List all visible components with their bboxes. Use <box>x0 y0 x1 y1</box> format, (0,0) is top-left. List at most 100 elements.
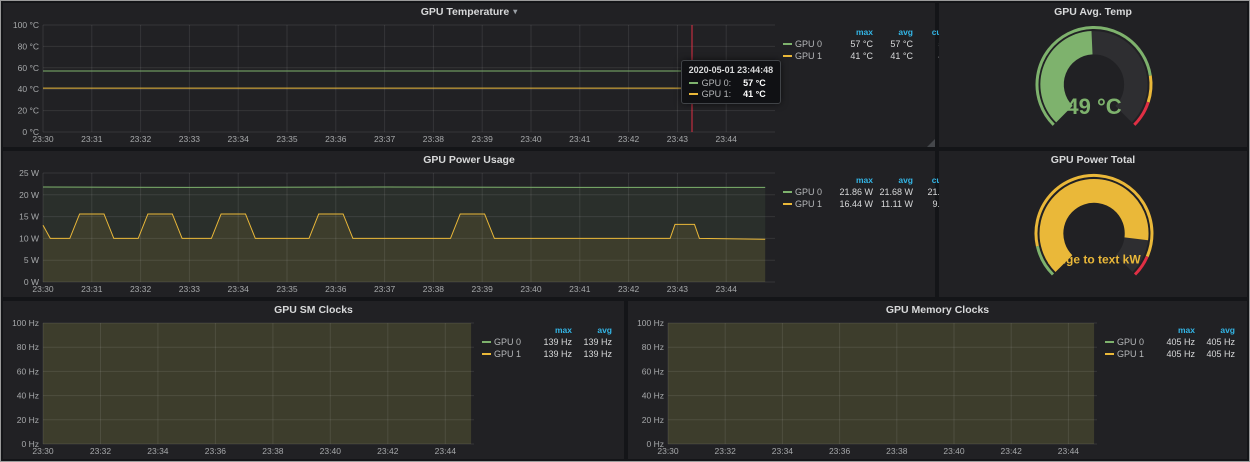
legend-series-name: GPU 1 <box>1117 349 1144 359</box>
panel-title-gpu-power-total[interactable]: GPU Power Total <box>939 151 1247 168</box>
panel-title-text: GPU Temperature <box>421 6 510 18</box>
legend-header-current[interactable]: current <box>1237 325 1250 335</box>
gpu-temperature-legend: maxavgcurrentGPU 057 °C57 °C57 °CGPU 141… <box>781 20 931 145</box>
panel-title-gpu-power-usage[interactable]: GPU Power Usage <box>3 151 935 168</box>
y-tick-label: 15 W <box>19 212 39 222</box>
tooltip-timestamp: 2020-05-01 23:44:48 <box>689 65 774 75</box>
legend-value: 57 °C <box>875 39 913 49</box>
legend-value: 139 Hz <box>574 337 612 347</box>
gpu-power-usage-plot: 0 W5 W10 W15 W20 W25 W23:3023:3123:3223:… <box>9 168 781 295</box>
x-tick-label: 23:41 <box>569 284 591 294</box>
gpu-sm-clocks-chart[interactable]: 0 Hz20 Hz40 Hz60 Hz80 Hz100 Hz23:3023:32… <box>9 318 480 457</box>
y-tick-label: 100 Hz <box>637 318 664 328</box>
legend-series-gpu-0[interactable]: GPU 0 <box>783 187 827 197</box>
x-tick-label: 23:32 <box>130 284 152 294</box>
legend-series-gpu-1[interactable]: GPU 1 <box>482 349 526 359</box>
gpu-temperature-plot: 0 °C20 °C40 °C60 °C80 °C100 °C23:3023:31… <box>9 20 781 145</box>
legend-header-max[interactable]: max <box>528 325 572 335</box>
legend-header-avg[interactable]: avg <box>875 175 913 185</box>
legend-value: 405 Hz <box>1237 349 1250 359</box>
x-tick-label: 23:33 <box>179 284 201 294</box>
panel-body: 49 °C <box>939 20 1247 147</box>
gpu-power-usage-legend-table: maxavgcurrentGPU 021.86 W21.68 W21.77 WG… <box>783 175 929 209</box>
x-tick-label: 23:39 <box>472 134 494 144</box>
panel-resize-handle[interactable] <box>927 139 935 147</box>
x-tick-label: 23:36 <box>205 446 227 456</box>
legend-series-gpu-0[interactable]: GPU 0 <box>783 39 827 49</box>
gauge-threshold-yellow <box>1148 76 1151 103</box>
gpu-temperature-chart[interactable]: 2020-05-01 23:44:48 GPU 0: 57 °C GPU 1: … <box>9 20 781 145</box>
x-tick-label: 23:35 <box>276 284 298 294</box>
legend-series-gpu-0[interactable]: GPU 0 <box>1105 337 1149 347</box>
gpu-memory-clocks-chart[interactable]: 0 Hz20 Hz40 Hz60 Hz80 Hz100 Hz23:3023:32… <box>634 318 1103 457</box>
legend-series-name: GPU 0 <box>1117 337 1144 347</box>
series-fill-gpu-1 <box>43 323 471 444</box>
panel-gpu-power-usage: GPU Power Usage 0 W5 W10 W15 W20 W25 W23… <box>3 151 935 297</box>
x-tick-label: 23:42 <box>1001 446 1023 456</box>
y-tick-label: 20 W <box>19 190 39 200</box>
legend-series-name: GPU 0 <box>795 39 822 49</box>
legend-value: 41 °C <box>829 51 873 61</box>
dashboard-row-1: GPU Temperature ▾ 2020-05-01 23:44:48 GP… <box>3 3 1247 147</box>
series-fill-gpu-1 <box>668 323 1094 444</box>
x-tick-label: 23:40 <box>520 284 542 294</box>
y-tick-label: 10 W <box>19 233 39 243</box>
gpu-sm-clocks-legend-table: maxavgcurrentGPU 0139 Hz139 Hz139 HzGPU … <box>482 325 618 359</box>
legend-header-max[interactable]: max <box>829 27 873 37</box>
legend-value: 405 Hz <box>1151 349 1195 359</box>
x-tick-label: 23:36 <box>325 134 347 144</box>
dashboard-row-2: GPU Power Usage 0 W5 W10 W15 W20 W25 W23… <box>3 151 1247 297</box>
x-tick-label: 23:43 <box>667 284 689 294</box>
x-tick-label: 23:36 <box>325 284 347 294</box>
x-tick-label: 23:38 <box>262 446 284 456</box>
y-tick-label: 60 °C <box>18 63 39 73</box>
legend-value: 41 °C <box>875 51 913 61</box>
y-tick-label: 100 Hz <box>12 318 39 328</box>
gpu-power-total-gauge-svg: range to text kW <box>945 168 1243 295</box>
series-color-icon <box>689 82 698 84</box>
legend-series-name: GPU 1 <box>795 51 822 61</box>
x-tick-label: 23:44 <box>1058 446 1080 456</box>
series-color-icon <box>482 341 491 343</box>
legend-header-avg[interactable]: avg <box>1197 325 1235 335</box>
legend-series-gpu-1[interactable]: GPU 1 <box>783 199 827 209</box>
series-color-icon <box>482 353 491 355</box>
series-color-icon <box>783 203 792 205</box>
panel-title-gpu-memory-clocks[interactable]: GPU Memory Clocks <box>628 301 1247 318</box>
panel-title-gpu-sm-clocks[interactable]: GPU SM Clocks <box>3 301 624 318</box>
legend-series-gpu-1[interactable]: GPU 1 <box>1105 349 1149 359</box>
panel-title-gpu-temperature[interactable]: GPU Temperature ▾ <box>3 3 935 20</box>
legend-header-max[interactable]: max <box>829 175 873 185</box>
y-tick-label: 20 Hz <box>17 415 39 425</box>
x-tick-label: 23:38 <box>423 134 445 144</box>
panel-body: 0 Hz20 Hz40 Hz60 Hz80 Hz100 Hz23:3023:32… <box>3 318 624 459</box>
gpu-power-usage-chart[interactable]: 0 W5 W10 W15 W20 W25 W23:3023:3123:3223:… <box>9 168 781 295</box>
legend-value: 139 Hz <box>528 349 572 359</box>
tooltip-series-value: 41 °C <box>743 89 766 99</box>
x-tick-label: 23:37 <box>374 134 396 144</box>
x-tick-label: 23:42 <box>618 134 640 144</box>
legend-series-gpu-1[interactable]: GPU 1 <box>783 51 827 61</box>
x-tick-label: 23:39 <box>472 284 494 294</box>
tooltip-series-row: GPU 1: 41 °C <box>689 89 774 99</box>
gpu-power-total-gauge: range to text kW <box>945 168 1243 295</box>
legend-series-gpu-0[interactable]: GPU 0 <box>482 337 526 347</box>
x-tick-label: 23:41 <box>569 134 591 144</box>
x-tick-label: 23:32 <box>130 134 152 144</box>
legend-header-avg[interactable]: avg <box>574 325 612 335</box>
series-color-icon <box>1105 353 1114 355</box>
panel-title-text: GPU Power Total <box>1051 154 1135 166</box>
legend-header-max[interactable]: max <box>1151 325 1195 335</box>
panel-gpu-temperature: GPU Temperature ▾ 2020-05-01 23:44:48 GP… <box>3 3 935 147</box>
legend-series-name: GPU 1 <box>795 199 822 209</box>
legend-header-avg[interactable]: avg <box>875 27 913 37</box>
tooltip-series-name: GPU 1: <box>702 89 732 99</box>
dashboard-row-3: GPU SM Clocks 0 Hz20 Hz40 Hz60 Hz80 Hz10… <box>3 301 1247 459</box>
x-tick-label: 23:34 <box>147 446 169 456</box>
panel-title-text: GPU Power Usage <box>423 154 515 166</box>
panel-gpu-memory-clocks: GPU Memory Clocks 0 Hz20 Hz40 Hz60 Hz80 … <box>628 301 1247 459</box>
x-tick-label: 23:31 <box>81 284 103 294</box>
legend-value: 21.68 W <box>875 187 913 197</box>
panel-title-gpu-avg-temp[interactable]: GPU Avg. Temp <box>939 3 1247 20</box>
gauge-value-text: range to text kW <box>1047 252 1141 266</box>
